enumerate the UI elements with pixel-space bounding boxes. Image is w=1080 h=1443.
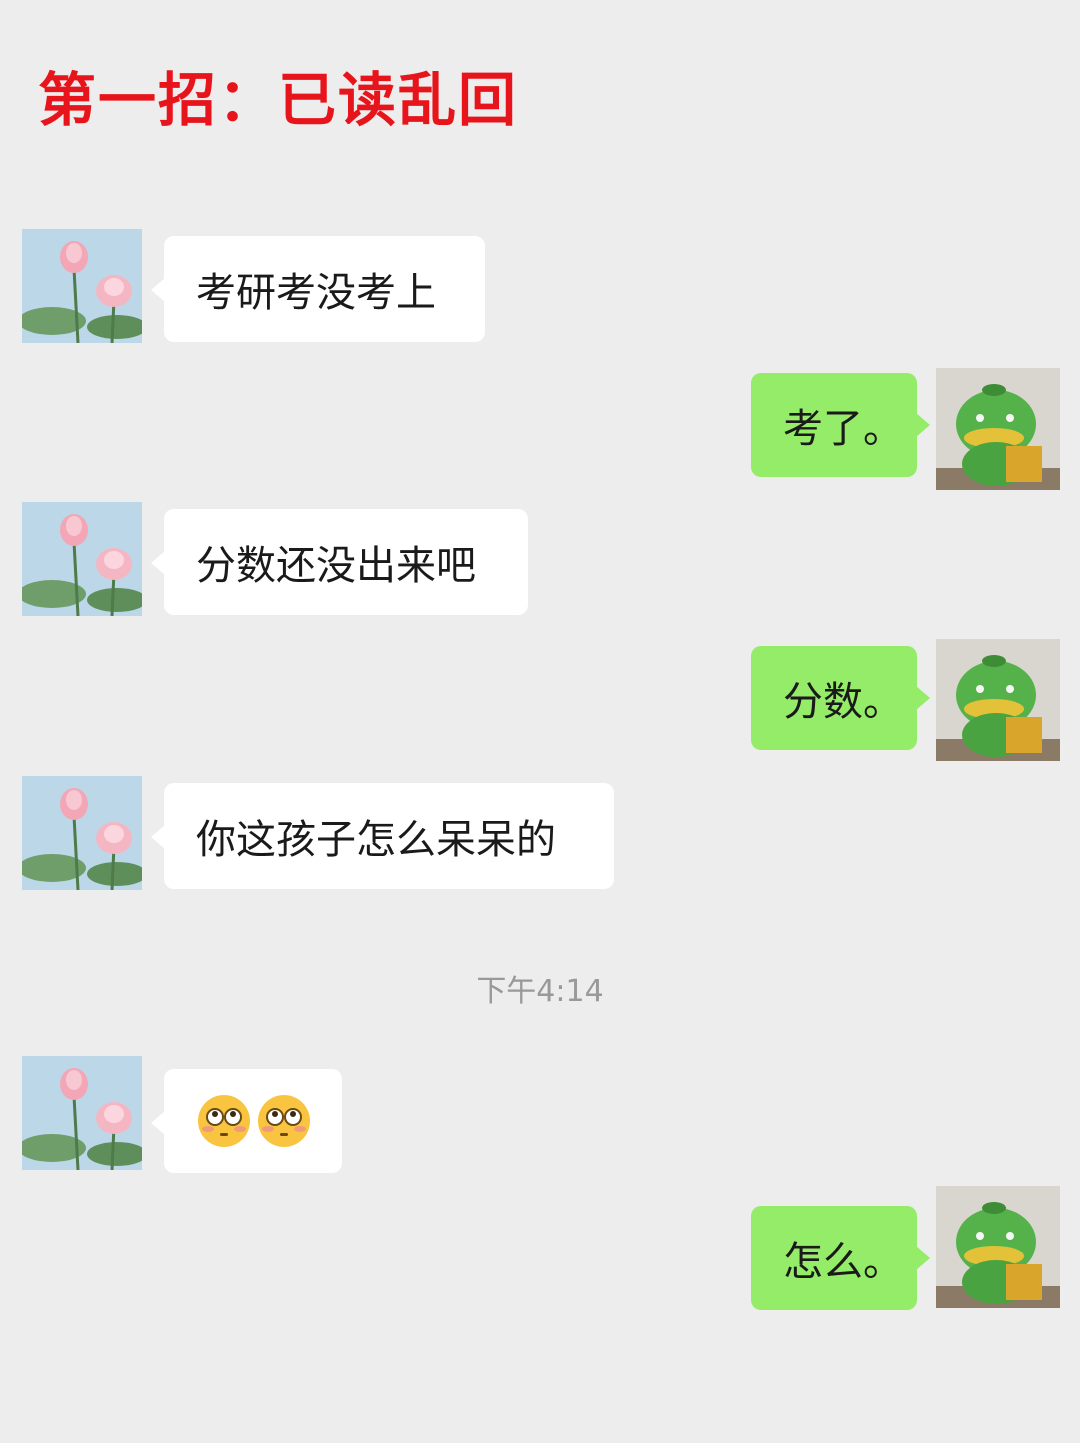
message-text: 你这孩子怎么呆呆的 (196, 817, 556, 863)
page-title: 第一招：已读乱回 (38, 66, 519, 134)
message-bubble-incoming[interactable]: 你这孩子怎么呆呆的 (151, 783, 614, 889)
message-text: 考研考没考上 (196, 270, 436, 316)
message-text: 考了。 (783, 406, 903, 452)
green-duck-mascot-avatar-icon[interactable] (936, 368, 1060, 490)
green-duck-mascot-avatar-icon[interactable] (936, 639, 1060, 761)
green-duck-mascot-avatar-icon[interactable] (936, 1186, 1060, 1308)
message-bubble-incoming-emoji[interactable] (151, 1069, 342, 1173)
message-text: 分数。 (783, 679, 903, 725)
message-bubble-outgoing[interactable]: 分数。 (751, 646, 930, 750)
message-bubble-incoming[interactable]: 分数还没出来吧 (151, 509, 528, 615)
flushed-face-emoji-icon (196, 1093, 252, 1149)
lotus-avatar-icon[interactable] (22, 502, 142, 616)
message-text: 分数还没出来吧 (196, 543, 476, 589)
message-bubble-outgoing[interactable]: 怎么。 (751, 1206, 930, 1310)
lotus-avatar-icon[interactable] (22, 776, 142, 890)
message-bubble-outgoing[interactable]: 考了。 (751, 373, 930, 477)
lotus-avatar-icon[interactable] (22, 1056, 142, 1170)
chat-timestamp: 下午4:14 (476, 974, 604, 1009)
flushed-face-emoji-icon (256, 1093, 312, 1149)
lotus-avatar-icon[interactable] (22, 229, 142, 343)
message-text: 怎么。 (783, 1239, 903, 1285)
message-bubble-incoming[interactable]: 考研考没考上 (151, 236, 485, 342)
